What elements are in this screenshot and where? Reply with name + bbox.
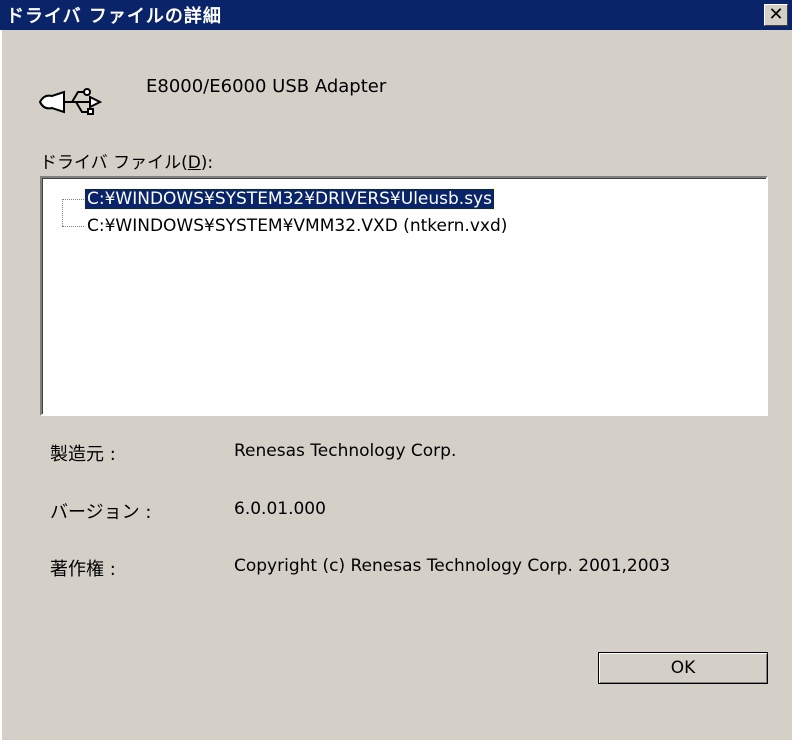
close-icon: ✕ <box>768 4 784 25</box>
driver-files-list-frame: C:¥WINDOWS¥SYSTEM32¥DRIVERS¥Uleusb.sys C… <box>42 178 766 414</box>
driver-file-item[interactable]: C:¥WINDOWS¥SYSTEM¥VMM32.VXD (ntkern.vxd) <box>85 216 509 236</box>
provider-label: 製造元 : <box>50 444 116 465</box>
driver-files-list[interactable]: C:¥WINDOWS¥SYSTEM32¥DRIVERS¥Uleusb.sys C… <box>40 176 768 416</box>
version-label: バージョン : <box>50 502 152 523</box>
ok-button-label: OK <box>670 658 696 678</box>
driver-file-item[interactable]: C:¥WINDOWS¥SYSTEM32¥DRIVERS¥Uleusb.sys <box>84 188 495 210</box>
provider-value: Renesas Technology Corp. <box>234 441 457 461</box>
tree-connector <box>62 199 63 226</box>
driver-files-label: ドライバ ファイル(D): <box>40 153 214 173</box>
tree-connector <box>62 199 84 200</box>
device-name: E8000/E6000 USB Adapter <box>146 76 387 97</box>
copyright-value: Copyright (c) Renesas Technology Corp. 2… <box>234 556 671 576</box>
window-title: ドライバ ファイルの詳細 <box>6 6 222 27</box>
ok-button[interactable]: OK <box>598 652 768 684</box>
copyright-label: 著作権 : <box>50 559 116 580</box>
close-button[interactable]: ✕ <box>764 4 788 26</box>
tree-connector <box>62 226 84 227</box>
window-edge <box>0 30 2 740</box>
usb-icon <box>38 88 103 115</box>
title-bar[interactable]: ドライバ ファイルの詳細 ✕ <box>0 0 792 30</box>
version-value: 6.0.01.000 <box>234 499 326 519</box>
